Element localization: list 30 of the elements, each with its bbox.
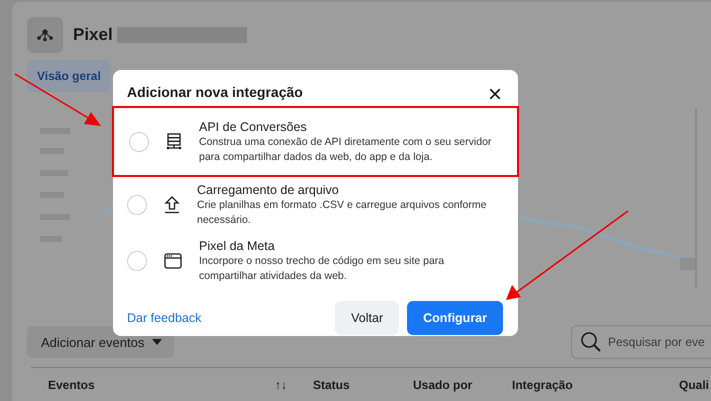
- feedback-link[interactable]: Dar feedback: [127, 311, 202, 325]
- server-icon: [166, 132, 182, 150]
- search-input[interactable]: Pesquisar por eve: [608, 335, 708, 349]
- caret-icon: [152, 339, 162, 345]
- column-header: Quali: [679, 378, 710, 392]
- option-description: Construa uma conexão de API diretamente com o seu servidor para compartilhar dados da web, do app e da loja.: [199, 134, 492, 164]
- option-title: Carregamento de arquivo: [197, 182, 340, 198]
- pixel-icon: [27, 17, 63, 53]
- option-title: Pixel da Meta: [199, 238, 276, 254]
- option-description: Incorpore o nosso trecho de código em seu site para compartilhar atividades da web.: [199, 254, 446, 284]
- sort-icon[interactable]: ↑↓: [275, 378, 287, 392]
- radio-button[interactable]: [127, 195, 147, 215]
- close-button[interactable]: ×: [488, 85, 502, 105]
- search-field[interactable]: Pesquisar por eve: [571, 325, 711, 359]
- column-header: Usado por: [413, 378, 472, 392]
- option-title: API de Conversões: [199, 118, 308, 134]
- upload-icon: [164, 196, 180, 214]
- radio-button[interactable]: [129, 132, 149, 152]
- option-description: Crie planilhas em formato .CSV e carregue arquivos conforme necessário.: [197, 198, 488, 228]
- search-icon: [580, 331, 602, 353]
- tab[interactable]: Visão geral: [27, 60, 111, 92]
- browser-window-icon: [164, 253, 182, 269]
- back-button[interactable]: Voltar: [335, 301, 400, 335]
- radio-button[interactable]: [127, 251, 147, 271]
- dialog-title: Adicionar nova integração: [127, 84, 303, 100]
- column-header: Integração: [512, 378, 573, 392]
- configure-button[interactable]: Configurar: [407, 301, 503, 335]
- column-header: Eventos: [48, 378, 95, 392]
- page-title: Pixel: [73, 25, 113, 45]
- column-header: Status: [313, 378, 350, 392]
